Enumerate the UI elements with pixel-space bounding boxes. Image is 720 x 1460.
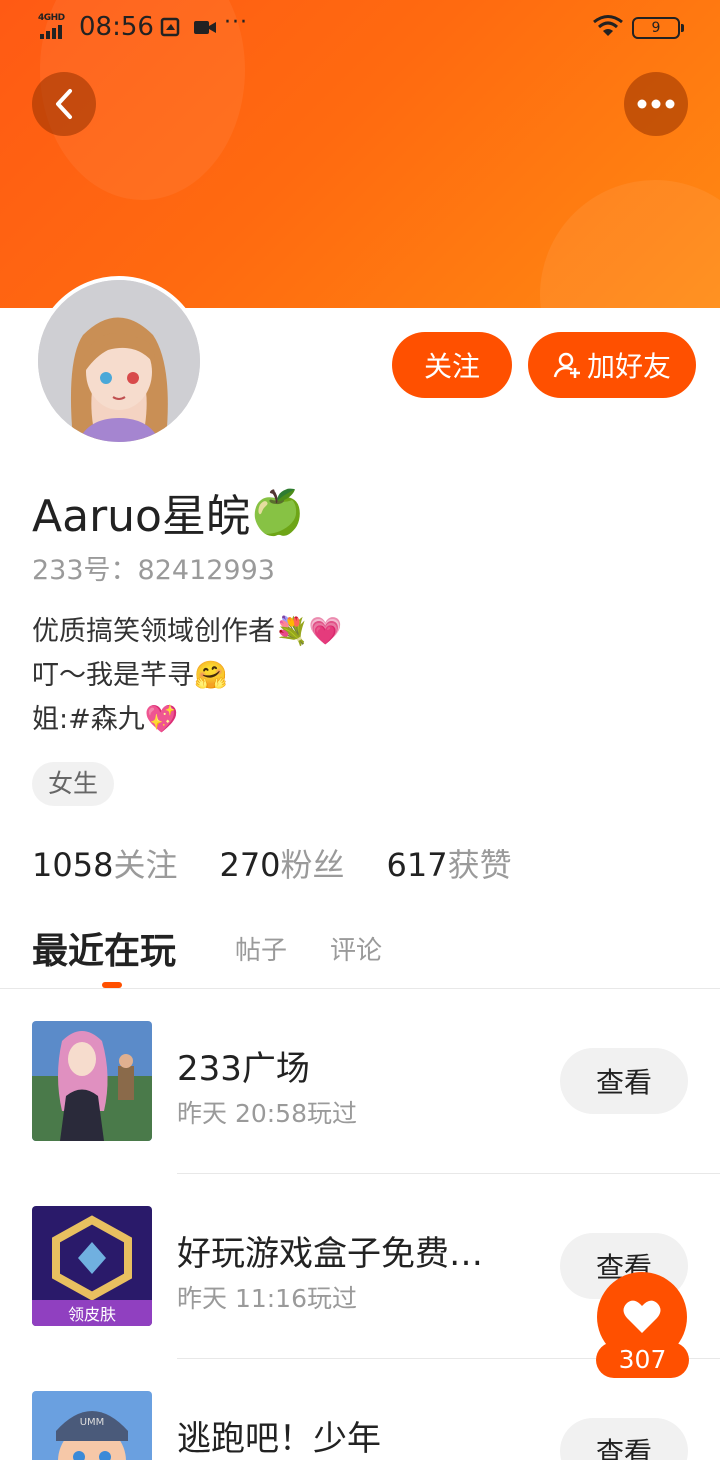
divider [177, 1173, 720, 1174]
thumb-label: UMM [80, 1417, 105, 1428]
stat-following[interactable]: 1058关注 [32, 840, 177, 886]
profile-tabs: 最近在玩 帖子 评论 [32, 920, 692, 980]
clock: 08:56 [79, 12, 154, 42]
divider [0, 988, 720, 989]
game-thumbnail: 领皮肤 [32, 1206, 152, 1326]
heart-icon [623, 1300, 661, 1333]
avatar[interactable] [34, 276, 204, 446]
apple-emoji-icon: 🍏 [249, 487, 305, 538]
stat-likes[interactable]: 617获赞 [387, 840, 512, 886]
user-id: 233号：82412993 [32, 555, 275, 586]
battery-icon: 9 [632, 17, 684, 39]
game-233-square-image [32, 1021, 152, 1141]
game-played-time: 昨天 11:16玩过 [177, 1284, 357, 1313]
add-friend-label: 加好友 [586, 350, 671, 383]
gender-tag: 女生 [32, 762, 115, 806]
more-options-button[interactable] [624, 72, 688, 136]
game-escape-image: UMM [32, 1391, 152, 1460]
follow-button[interactable]: 关注 [392, 332, 512, 398]
thumb-label: 领皮肤 [68, 1305, 116, 1324]
game-list-item[interactable]: UMM 逃跑吧！少年 查看 [0, 1370, 720, 1460]
game-list-item[interactable]: 233广场 昨天 20:58玩过 查看 [0, 1000, 720, 1185]
chevron-left-icon [56, 89, 72, 119]
profile-name: Aaruo星皖 🍏 [32, 487, 305, 542]
bio-line: 优质搞笑领域创作者 💐💗 [32, 616, 343, 647]
more-dots-icon [637, 99, 675, 109]
game-title: 好玩游戏盒子免费… [177, 1234, 483, 1274]
view-game-button[interactable]: 查看 [560, 1048, 688, 1114]
profile-bio: 优质搞笑领域创作者 💐💗 叮～我是芊寻 🤗 姐:#森九 💖 [32, 610, 342, 742]
stat-fans[interactable]: 270粉丝 [219, 840, 344, 886]
like-count: 307 [596, 1342, 689, 1378]
game-title: 233广场 [177, 1049, 310, 1089]
banner-decoration [540, 180, 720, 308]
avatar-image [38, 280, 200, 442]
add-friend-button[interactable]: 加好友 [528, 332, 696, 398]
back-button[interactable] [32, 72, 96, 136]
profile-stats: 1058关注 270粉丝 617获赞 [32, 840, 512, 886]
signal-icon: 4GHD [38, 13, 72, 39]
status-bar: 4GHD 08:56 ··· 9 [0, 0, 720, 56]
game-thumbnail [32, 1021, 152, 1141]
tab-recent-games[interactable]: 最近在玩 [32, 922, 176, 974]
game-played-time: 昨天 20:58玩过 [177, 1099, 357, 1128]
tab-posts[interactable]: 帖子 [235, 930, 287, 967]
add-user-icon [553, 352, 580, 378]
bio-line: 叮～我是芊寻 🤗 [32, 660, 228, 691]
game-title: 逃跑吧！少年 [177, 1419, 381, 1459]
game-thumbnail: UMM [32, 1391, 152, 1460]
more-notifications-icon: ··· [224, 10, 248, 35]
notification-icon [160, 17, 180, 37]
video-icon [194, 21, 216, 34]
tab-comments[interactable]: 评论 [330, 930, 382, 967]
bio-line: 姐:#森九 💖 [32, 704, 179, 735]
game-box-image: 领皮肤 [32, 1206, 152, 1326]
view-game-button[interactable]: 查看 [560, 1418, 688, 1460]
wifi-icon [593, 15, 623, 36]
follow-label: 关注 [423, 350, 480, 383]
